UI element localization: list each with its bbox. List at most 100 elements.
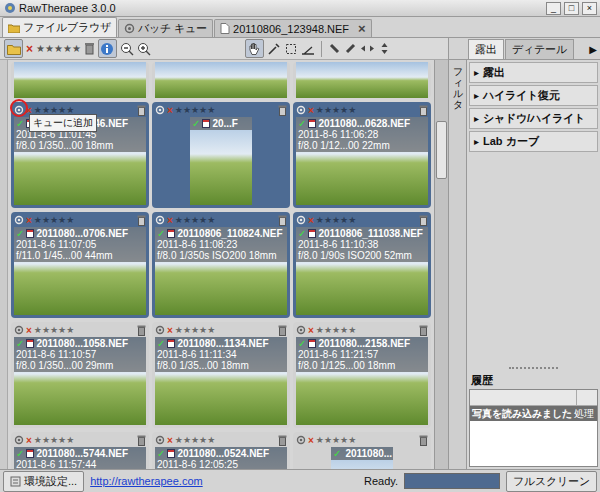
reject-button[interactable]: ×	[167, 325, 173, 336]
thumbnail[interactable]: ×★★★★★✓2011080...0146.NEF2011-8-6 11:01:…	[11, 102, 149, 208]
zoom-in-icon[interactable]	[137, 42, 151, 56]
star[interactable]: ★	[340, 105, 348, 115]
star[interactable]: ★	[324, 105, 332, 115]
rotate-right-icon[interactable]	[344, 42, 357, 55]
star[interactable]: ★	[348, 325, 356, 335]
scrollbar-thumb[interactable]	[436, 121, 447, 178]
website-link[interactable]: http://rawtherapee.com	[90, 475, 203, 487]
queue-icon[interactable]	[155, 215, 165, 225]
star[interactable]: ★	[316, 435, 324, 445]
queue-icon[interactable]	[296, 325, 306, 335]
star[interactable]: ★	[58, 215, 66, 225]
window-control[interactable]: ×	[582, 2, 597, 15]
star[interactable]: ★	[34, 435, 42, 445]
expander[interactable]: ▸	[474, 67, 479, 78]
trash-icon[interactable]	[137, 215, 146, 226]
next-tab-button[interactable]: ▶	[586, 44, 600, 59]
trash-icon[interactable]	[419, 325, 428, 336]
star[interactable]: ★	[199, 435, 207, 445]
history-row[interactable]: 写真を読み込みました処理	[470, 406, 597, 421]
picker-icon[interactable]	[267, 42, 281, 56]
star[interactable]: ★	[207, 215, 215, 225]
star[interactable]: ★	[199, 325, 207, 335]
tool-section[interactable]: ▸ハイライト復元	[469, 85, 598, 106]
star[interactable]: ★	[45, 43, 54, 54]
star[interactable]: ★	[199, 215, 207, 225]
trash-icon[interactable]	[137, 105, 146, 116]
star[interactable]: ★	[42, 325, 50, 335]
queue-icon[interactable]	[14, 325, 24, 335]
star[interactable]: ★	[72, 43, 81, 54]
panel-tab[interactable]: ディテール	[505, 39, 574, 59]
star[interactable]: ★	[183, 325, 191, 335]
tab[interactable]: バッチ キュー	[118, 19, 213, 37]
resize-handle[interactable]	[509, 367, 558, 371]
tool-section[interactable]: ▸露出	[469, 62, 598, 83]
thumbnail[interactable]: ×★★★★★✓20...F	[152, 102, 290, 208]
star[interactable]: ★	[324, 325, 332, 335]
expander[interactable]: ▸	[474, 113, 479, 124]
reject-button[interactable]: ×	[26, 325, 32, 336]
trash-icon[interactable]	[137, 325, 146, 336]
star[interactable]: ★	[332, 105, 340, 115]
star[interactable]: ★	[58, 435, 66, 445]
thumbnail[interactable]: ×★★★★★✓2011080...1058.NEF2011-8-6 11:10:…	[11, 322, 149, 428]
star[interactable]: ★	[324, 435, 332, 445]
queue-icon[interactable]	[296, 105, 306, 115]
reject-button[interactable]: ×	[26, 435, 32, 446]
trash-icon[interactable]	[278, 435, 287, 446]
rating-stars[interactable]: ★★★★★	[175, 325, 215, 335]
filter-reject[interactable]: ×	[26, 42, 33, 56]
straighten-icon[interactable]	[301, 42, 315, 56]
star[interactable]: ★	[50, 435, 58, 445]
rating-stars[interactable]: ★★★★★	[34, 325, 74, 335]
star[interactable]: ★	[191, 215, 199, 225]
star[interactable]: ★	[175, 215, 183, 225]
reject-button[interactable]: ×	[167, 105, 173, 116]
queue-icon[interactable]	[155, 105, 165, 115]
queue-icon[interactable]	[14, 215, 24, 225]
reject-button[interactable]: ×	[308, 325, 314, 336]
info-button[interactable]	[98, 39, 117, 58]
thumbnail[interactable]: ×★★★★★✓2011080...1134.NEF2011-8-6 11:11:…	[152, 322, 290, 428]
preferences-button[interactable]: 環境設定...	[3, 471, 84, 492]
zoom-out-icon[interactable]	[120, 42, 134, 56]
star[interactable]: ★	[50, 215, 58, 225]
thumbnail[interactable]: ×★★★★★✓20110806_110824.NEF2011-8-6 11:08…	[152, 212, 290, 318]
star[interactable]: ★	[332, 325, 340, 335]
star[interactable]: ★	[36, 43, 45, 54]
star[interactable]: ★	[207, 325, 215, 335]
star[interactable]: ★	[348, 105, 356, 115]
star[interactable]: ★	[175, 105, 183, 115]
rating-stars[interactable]: ★★★★★	[34, 215, 74, 225]
tab-close-button[interactable]: ×	[358, 21, 366, 36]
reject-button[interactable]: ×	[26, 215, 32, 226]
star[interactable]: ★	[191, 105, 199, 115]
crop-icon[interactable]	[284, 42, 298, 56]
thumbnail[interactable]: ×★★★★★✓2011080...0706.NEF2011-8-6 11:07:…	[11, 212, 149, 318]
rating-stars[interactable]: ★★★★★	[175, 105, 215, 115]
star[interactable]: ★	[58, 325, 66, 335]
thumbnail[interactable]	[11, 62, 149, 98]
star[interactable]: ★	[54, 43, 63, 54]
queue-icon[interactable]	[296, 215, 306, 225]
reject-button[interactable]: ×	[308, 215, 314, 226]
scrollbar[interactable]	[434, 60, 448, 469]
filter-side-tab[interactable]: フィルタ	[449, 60, 467, 469]
star[interactable]: ★	[50, 325, 58, 335]
rating-stars[interactable]: ★★★★★	[316, 435, 356, 445]
star[interactable]: ★	[199, 105, 207, 115]
star[interactable]: ★	[66, 215, 74, 225]
expander[interactable]: ▸	[474, 90, 479, 101]
rotate-left-icon[interactable]	[328, 42, 341, 55]
thumbnail[interactable]	[293, 62, 431, 98]
trash-icon[interactable]	[278, 105, 287, 116]
window-control[interactable]: □	[564, 2, 579, 15]
trash-icon[interactable]	[419, 435, 428, 446]
rating-stars[interactable]: ★★★★★	[316, 325, 356, 335]
thumbnail[interactable]: ×★★★★★✓2011080...2158.NEF2011-8-6 11:21:…	[293, 322, 431, 428]
star[interactable]: ★	[332, 435, 340, 445]
fullscreen-button[interactable]: フルスクリーン	[506, 471, 597, 492]
star[interactable]: ★	[340, 435, 348, 445]
star[interactable]: ★	[183, 435, 191, 445]
